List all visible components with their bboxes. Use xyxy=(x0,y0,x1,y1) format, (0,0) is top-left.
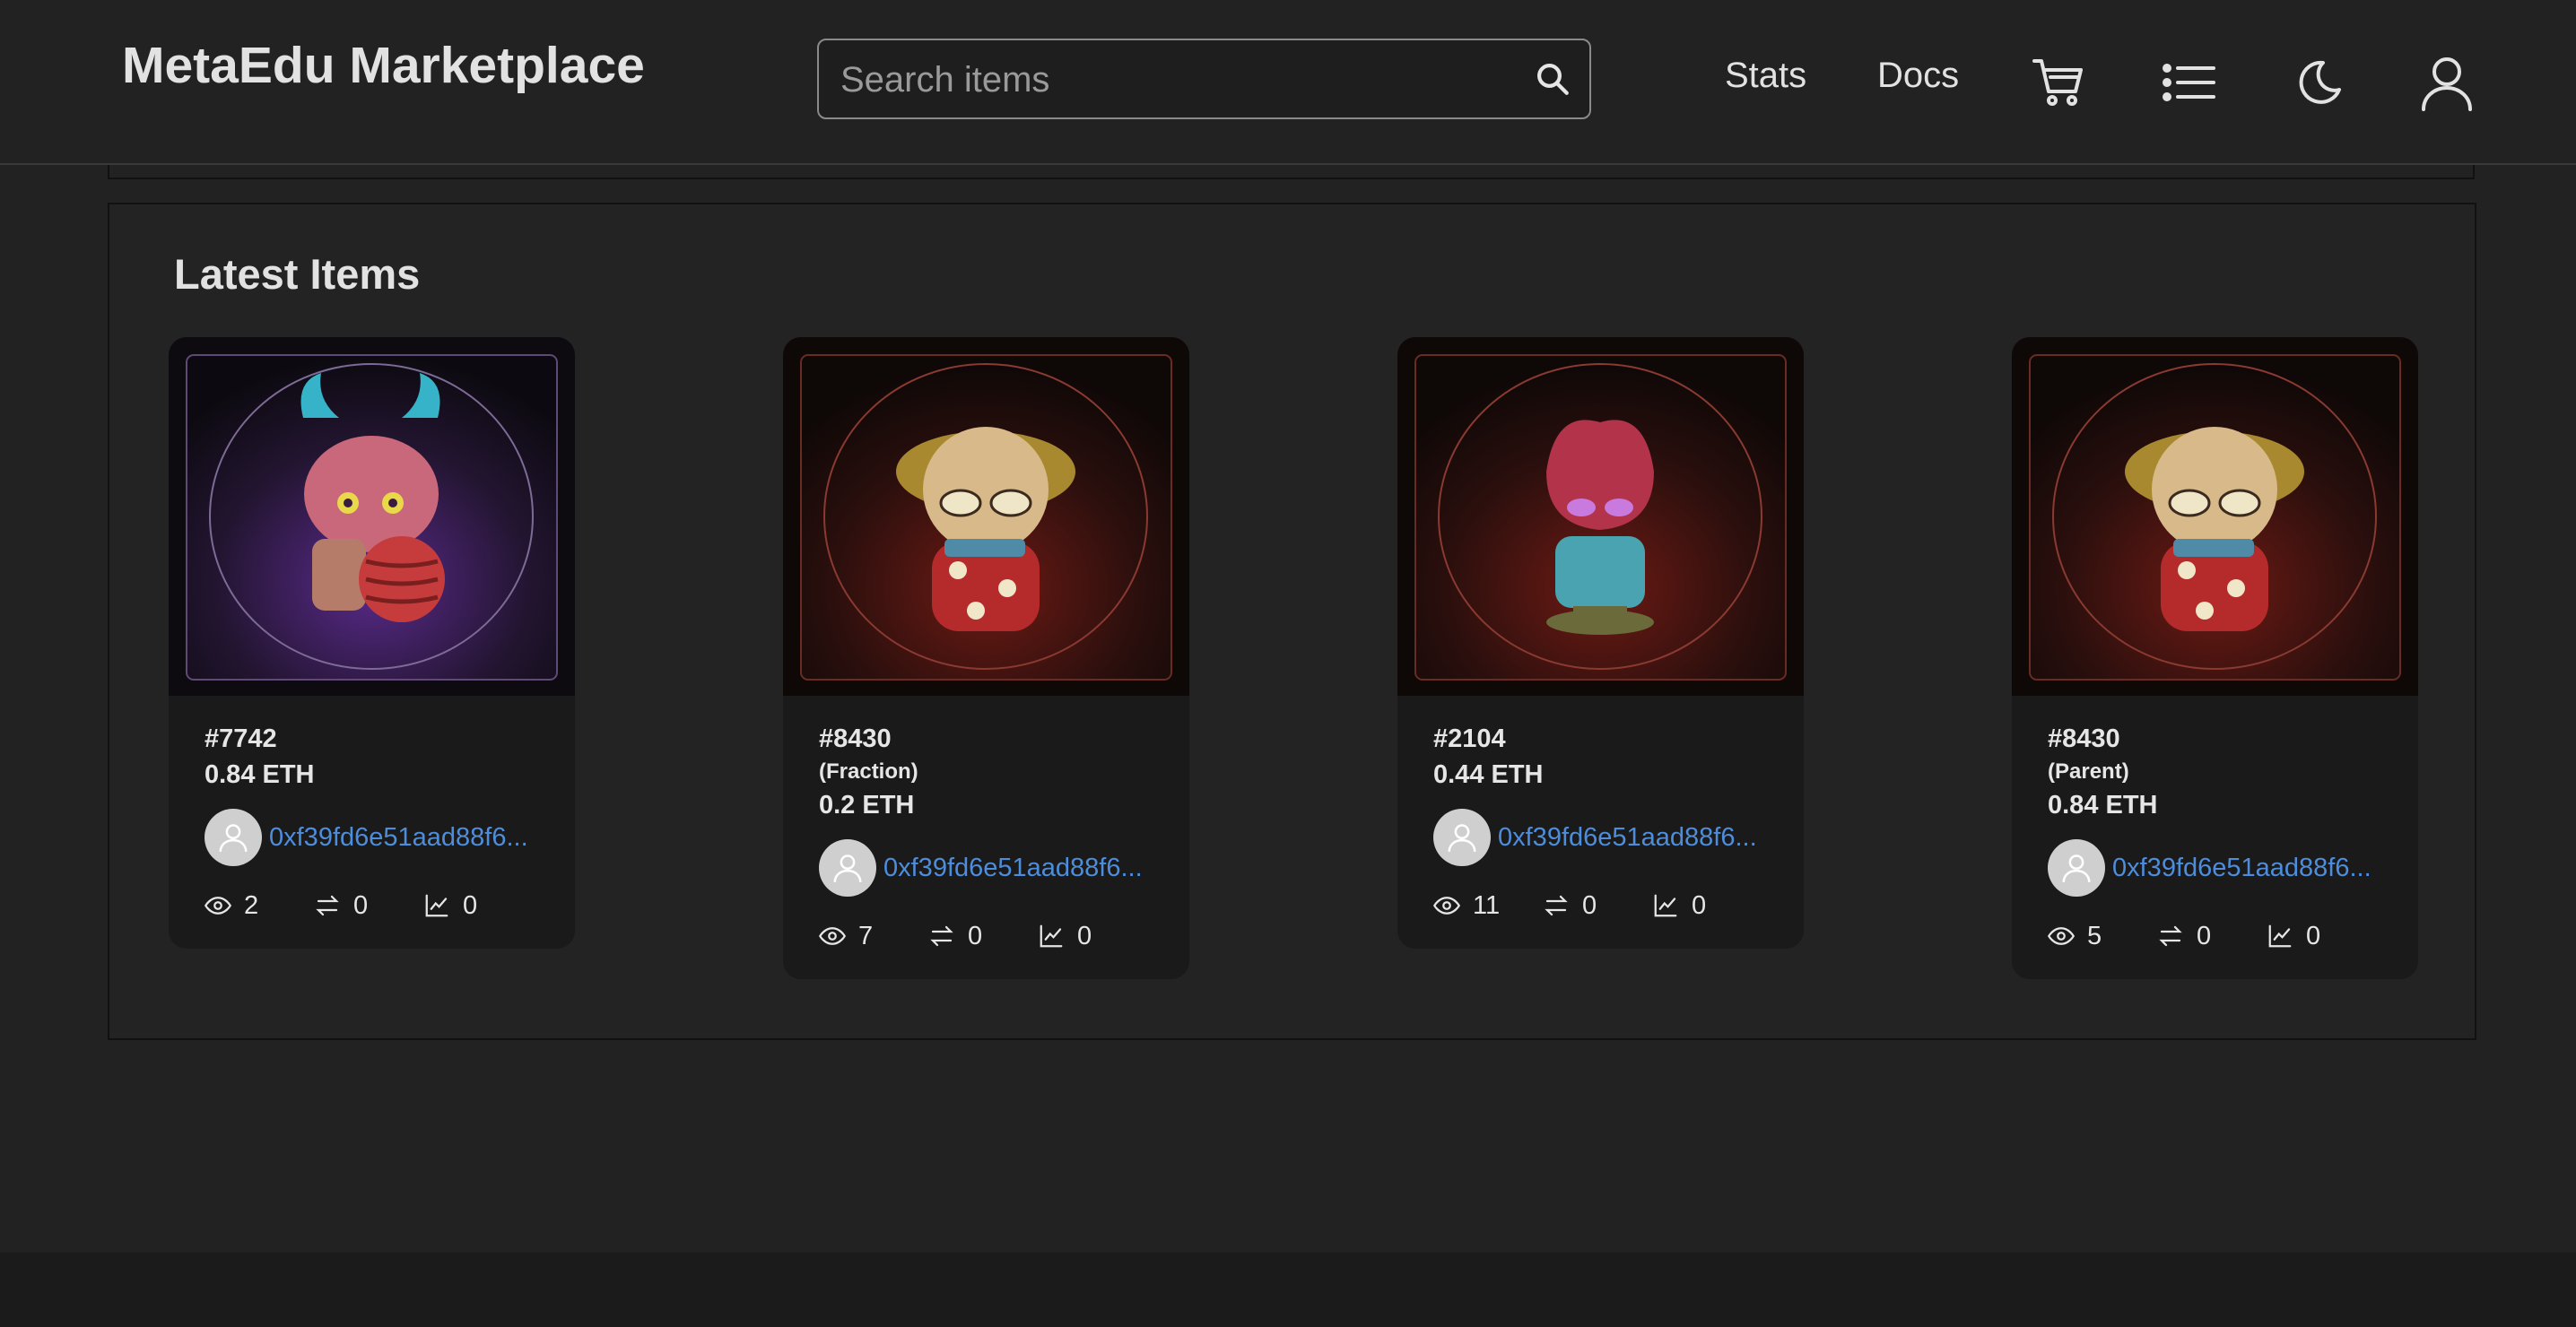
section-title: Latest Items xyxy=(174,250,421,298)
transfer-icon xyxy=(316,895,339,916)
transfer-count: 0 xyxy=(353,890,369,920)
owner-address-link[interactable]: 0xf39fd6e51aad88f6... xyxy=(269,823,528,853)
item-token-id: #7742 xyxy=(205,724,277,753)
item-token-id: #8430 xyxy=(819,724,892,753)
item-card[interactable]: #8430 (Parent) 0.84 ETH 0xf39fd6e51aad88… xyxy=(2012,337,2418,979)
item-price: 0.84 ETH xyxy=(205,760,315,789)
view-count: 11 xyxy=(1473,890,1501,920)
transfer-count: 0 xyxy=(968,921,983,950)
item-owner: 0xf39fd6e51aad88f6... xyxy=(1433,809,1768,866)
search-box xyxy=(817,39,1591,119)
avatar xyxy=(2048,839,2105,897)
moon-icon[interactable] xyxy=(2289,54,2346,111)
item-owner: 0xf39fd6e51aad88f6... xyxy=(2048,839,2382,897)
item-stats: 11 0 0 xyxy=(1433,889,1768,922)
item-owner: 0xf39fd6e51aad88f6... xyxy=(819,839,1153,897)
nav-docs-link[interactable]: Docs xyxy=(1877,56,1959,96)
brand-title[interactable]: MetaEdu Marketplace xyxy=(122,36,645,95)
eye-icon xyxy=(1433,897,1460,915)
transfer-icon xyxy=(930,925,953,947)
chart-icon xyxy=(1654,894,1677,917)
item-image[interactable] xyxy=(2012,337,2418,696)
top-navbar: MetaEdu Marketplace Stats Docs xyxy=(0,0,2576,165)
transfer-icon xyxy=(1545,895,1568,916)
view-count: 7 xyxy=(858,921,874,950)
chart-icon xyxy=(425,894,448,917)
item-card[interactable]: #7742 0.84 ETH 0xf39fd6e51aad88f6... 2 0… xyxy=(169,337,575,949)
transfer-count: 0 xyxy=(2197,921,2212,950)
chart-icon xyxy=(2268,924,2292,948)
item-stats: 5 0 0 xyxy=(2048,920,2382,952)
item-tag: (Parent) xyxy=(2048,759,2129,784)
item-image[interactable] xyxy=(1397,337,1804,696)
cart-icon[interactable] xyxy=(2031,54,2088,111)
sales-count: 0 xyxy=(2306,921,2321,950)
previous-section-edge xyxy=(108,165,2475,179)
sales-count: 0 xyxy=(1692,890,1707,920)
chart-icon xyxy=(1040,924,1063,948)
owner-address-link[interactable]: 0xf39fd6e51aad88f6... xyxy=(2112,854,2371,883)
view-count: 5 xyxy=(2087,921,2102,950)
owner-address-link[interactable]: 0xf39fd6e51aad88f6... xyxy=(1498,823,1757,853)
item-owner: 0xf39fd6e51aad88f6... xyxy=(205,809,539,866)
item-image[interactable] xyxy=(169,337,575,696)
item-token-id: #2104 xyxy=(1433,724,1506,753)
view-count: 2 xyxy=(244,890,259,920)
eye-icon xyxy=(2048,927,2075,945)
transfer-count: 0 xyxy=(1582,890,1597,920)
item-price: 0.44 ETH xyxy=(1433,760,1544,789)
latest-items-section: Latest Items #7742 0.84 ETH 0xf39fd6e51a… xyxy=(108,203,2476,1040)
avatar xyxy=(205,809,262,866)
item-token-id: #8430 xyxy=(2048,724,2120,753)
item-image[interactable] xyxy=(783,337,1189,696)
avatar xyxy=(819,839,876,897)
item-price: 0.2 ETH xyxy=(819,791,915,820)
item-stats: 2 0 0 xyxy=(205,889,539,922)
eye-icon xyxy=(819,927,846,945)
list-icon[interactable] xyxy=(2160,54,2217,111)
sales-count: 0 xyxy=(1077,921,1092,950)
transfer-icon xyxy=(2159,925,2182,947)
eye-icon xyxy=(205,897,231,915)
search-input[interactable] xyxy=(839,40,1524,119)
item-price: 0.84 ETH xyxy=(2048,791,2158,820)
sales-count: 0 xyxy=(463,890,478,920)
item-card[interactable]: #8430 (Fraction) 0.2 ETH 0xf39fd6e51aad8… xyxy=(783,337,1189,979)
item-tag: (Fraction) xyxy=(819,759,918,784)
avatar xyxy=(1433,809,1491,866)
search-icon[interactable] xyxy=(1534,60,1571,98)
item-stats: 7 0 0 xyxy=(819,920,1153,952)
footer-bar xyxy=(0,1253,2576,1327)
item-card[interactable]: #2104 0.44 ETH 0xf39fd6e51aad88f6... 11 … xyxy=(1397,337,1804,949)
nav-stats-link[interactable]: Stats xyxy=(1725,56,1806,96)
user-icon[interactable] xyxy=(2418,54,2476,111)
owner-address-link[interactable]: 0xf39fd6e51aad88f6... xyxy=(883,854,1143,883)
